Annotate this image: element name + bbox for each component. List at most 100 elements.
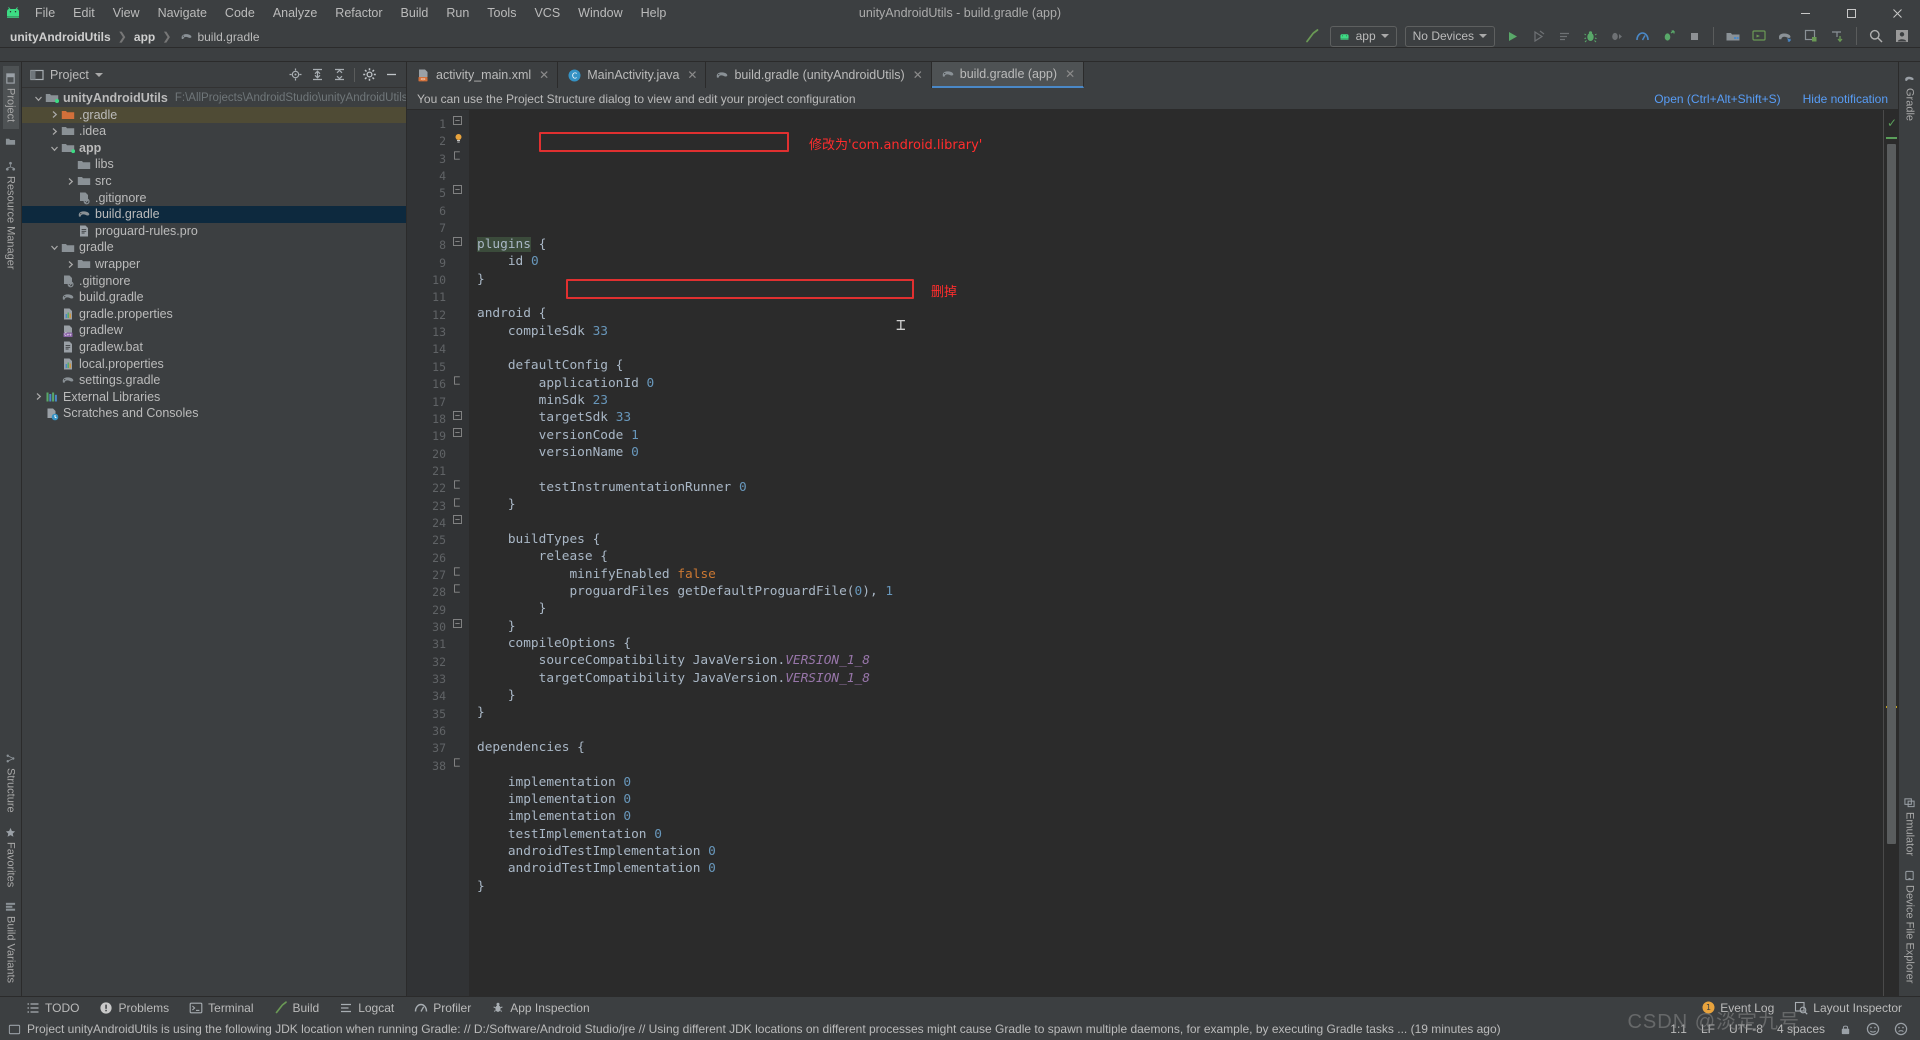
attach-debugger-icon[interactable] — [1604, 25, 1628, 47]
code-line[interactable]: } — [477, 496, 1883, 513]
chevron-down-icon[interactable] — [48, 144, 60, 153]
bottom-tool-todo[interactable]: TODO — [16, 999, 89, 1017]
notification-hide-link[interactable]: Hide notification — [1803, 92, 1888, 106]
tree-item-gitignore[interactable]: .gitignore — [22, 273, 406, 290]
editor-tab-build-gradle-app[interactable]: build.gradle (app) ✕ — [931, 62, 1085, 88]
bottom-tool-bar[interactable]: TODO Problems Terminal Build Logcat Profiler A… — [0, 996, 1920, 1018]
bottom-tool-event-log[interactable]: 1 Event Log — [1692, 999, 1784, 1017]
code-line[interactable]: defaultConfig { — [477, 357, 1883, 374]
menu-view[interactable]: View — [104, 3, 149, 23]
code-line[interactable]: androidTestImplementation 0 — [477, 860, 1883, 877]
sync-gradle-icon[interactable] — [1825, 25, 1849, 47]
fold-end-icon[interactable] — [453, 567, 469, 584]
code-line[interactable]: implementation 0 — [477, 808, 1883, 825]
caret-position[interactable]: 1:1 — [1670, 1022, 1687, 1036]
editor-tab-activity-main-xml[interactable]: <> activity_main.xml ✕ — [407, 62, 559, 88]
file-encoding[interactable]: UTF-8 — [1729, 1022, 1763, 1036]
editor-tab-mainactivity-java[interactable]: C MainActivity.java ✕ — [558, 62, 707, 88]
rail-resource-manager[interactable]: Resource Manager — [3, 154, 19, 277]
project-tree[interactable]: unityAndroidUtils F:\AllProjects\AndroidS… — [22, 88, 406, 996]
tree-item-unityandroidutils[interactable]: unityAndroidUtils F:\AllProjects\AndroidS… — [22, 90, 406, 107]
code-line[interactable]: targetSdk 33 — [477, 409, 1883, 426]
stop-icon[interactable] — [1682, 25, 1706, 47]
chevron-right-icon[interactable] — [48, 110, 60, 119]
editor-scrollbar-thumb[interactable] — [1887, 144, 1896, 844]
bottom-tool-layout-inspector[interactable]: Layout Inspector — [1784, 999, 1912, 1017]
code-line[interactable] — [477, 722, 1883, 739]
tree-item-build-gradle[interactable]: build.gradle — [22, 289, 406, 306]
fold-end-icon[interactable] — [453, 497, 469, 515]
code-line[interactable] — [477, 461, 1883, 478]
code-line[interactable]: } — [477, 687, 1883, 704]
code-line[interactable]: } — [477, 600, 1883, 617]
code-line[interactable] — [477, 340, 1883, 357]
status-message-group[interactable]: Project unityAndroidUtils is using the f… — [8, 1022, 1501, 1036]
intention-bulb-icon[interactable] — [453, 133, 469, 150]
code-line[interactable]: versionName 0 — [477, 444, 1883, 461]
rail-build-variants[interactable]: Build Variants — [3, 894, 19, 990]
editor-tab-build-gradle-unityandroidutils[interactable]: build.gradle (unityAndroidUtils) ✕ — [706, 62, 932, 88]
code-line[interactable]: android { — [477, 305, 1883, 322]
code-line[interactable]: sourceCompatibility JavaVersion.VERSION_… — [477, 652, 1883, 669]
error-stripe-marker-bar[interactable]: ✓ — [1884, 110, 1898, 996]
editor-tab-bar[interactable]: <> activity_main.xml ✕ C MainActivity.java ✕ b… — [407, 62, 1898, 88]
breadcrumb-file[interactable]: build.gradle — [176, 30, 261, 44]
window-controls[interactable] — [1782, 0, 1920, 26]
fold-collapse-icon[interactable] — [453, 116, 469, 133]
tree-item-gradlew[interactable]: C++ gradlew — [22, 322, 406, 339]
code-line[interactable] — [477, 288, 1883, 305]
run-with-coverage-icon[interactable] — [1656, 25, 1680, 47]
lock-icon[interactable] — [1839, 1023, 1852, 1036]
notification-actions[interactable]: Open (Ctrl+Alt+Shift+S) Hide notificatio… — [1654, 92, 1888, 106]
tree-item-local-properties[interactable]: local.properties — [22, 356, 406, 373]
run-configuration-selector[interactable]: app — [1329, 25, 1397, 47]
tree-item-gitignore[interactable]: .gitignore — [22, 190, 406, 207]
code-line[interactable]: compileSdk 33 — [477, 323, 1883, 340]
chevron-down-icon[interactable] — [32, 94, 44, 103]
menu-vcs[interactable]: VCS — [525, 3, 569, 23]
bottom-tool-profiler[interactable]: Profiler — [404, 999, 481, 1017]
close-button[interactable] — [1874, 0, 1920, 26]
tree-item-src[interactable]: src — [22, 173, 406, 190]
bottom-tool-app-inspection[interactable]: App Inspection — [481, 999, 599, 1017]
code-line[interactable]: implementation 0 — [477, 791, 1883, 808]
menu-tools[interactable]: Tools — [478, 3, 525, 23]
tree-item-scratches-and-consoles[interactable]: Scratches and Consoles — [22, 405, 406, 422]
close-icon[interactable]: ✕ — [687, 68, 697, 82]
rail-structure[interactable]: Structure — [3, 746, 19, 820]
avd-manager-icon[interactable] — [1747, 25, 1771, 47]
rail-gradle[interactable]: Gradle — [1902, 66, 1918, 128]
menu-bar[interactable]: File Edit View Navigate Code Analyze Ref… — [26, 3, 675, 23]
tree-item-gradlew-bat[interactable]: gradlew.bat — [22, 339, 406, 356]
tree-item-gradle[interactable]: .gradle — [22, 106, 406, 124]
code-line[interactable]: } — [477, 878, 1883, 895]
expand-all-icon[interactable] — [307, 64, 328, 85]
code-line[interactable]: dependencies { — [477, 739, 1883, 756]
tree-item-external-libraries[interactable]: External Libraries — [22, 389, 406, 406]
code-line[interactable]: release { — [477, 548, 1883, 565]
project-panel-actions[interactable] — [285, 64, 402, 85]
sdk-manager-icon[interactable] — [1721, 25, 1745, 47]
debug-icon[interactable] — [1578, 25, 1602, 47]
code-line[interactable]: minSdk 23 — [477, 392, 1883, 409]
menu-help[interactable]: Help — [632, 3, 676, 23]
device-selector[interactable]: No Devices — [1404, 25, 1495, 47]
gear-icon[interactable] — [359, 64, 380, 85]
maximize-button[interactable] — [1828, 0, 1874, 26]
search-icon[interactable] — [1864, 25, 1888, 47]
tree-item-settings-gradle[interactable]: settings.gradle — [22, 372, 406, 389]
left-tool-rail[interactable]: Project Resource Manager Structure Favor… — [0, 62, 22, 996]
rail-device-file-explorer[interactable]: Device File Explorer — [1902, 863, 1918, 990]
code-line[interactable]: minifyEnabled false — [477, 566, 1883, 583]
menu-edit[interactable]: Edit — [64, 3, 104, 23]
bottom-tool-build[interactable]: Build — [264, 999, 330, 1017]
menu-navigate[interactable]: Navigate — [149, 3, 216, 23]
code-line[interactable]: versionCode 1 — [477, 427, 1883, 444]
rail-emulator[interactable]: Emulator — [1902, 790, 1918, 863]
layout-inspector-icon[interactable] — [1799, 25, 1823, 47]
menu-code[interactable]: Code — [216, 3, 264, 23]
menu-build[interactable]: Build — [392, 3, 438, 23]
code-line[interactable]: proguardFiles getDefaultProguardFile(0),… — [477, 583, 1883, 600]
tree-item-build-gradle[interactable]: build.gradle — [22, 206, 406, 223]
locate-icon[interactable] — [285, 64, 306, 85]
